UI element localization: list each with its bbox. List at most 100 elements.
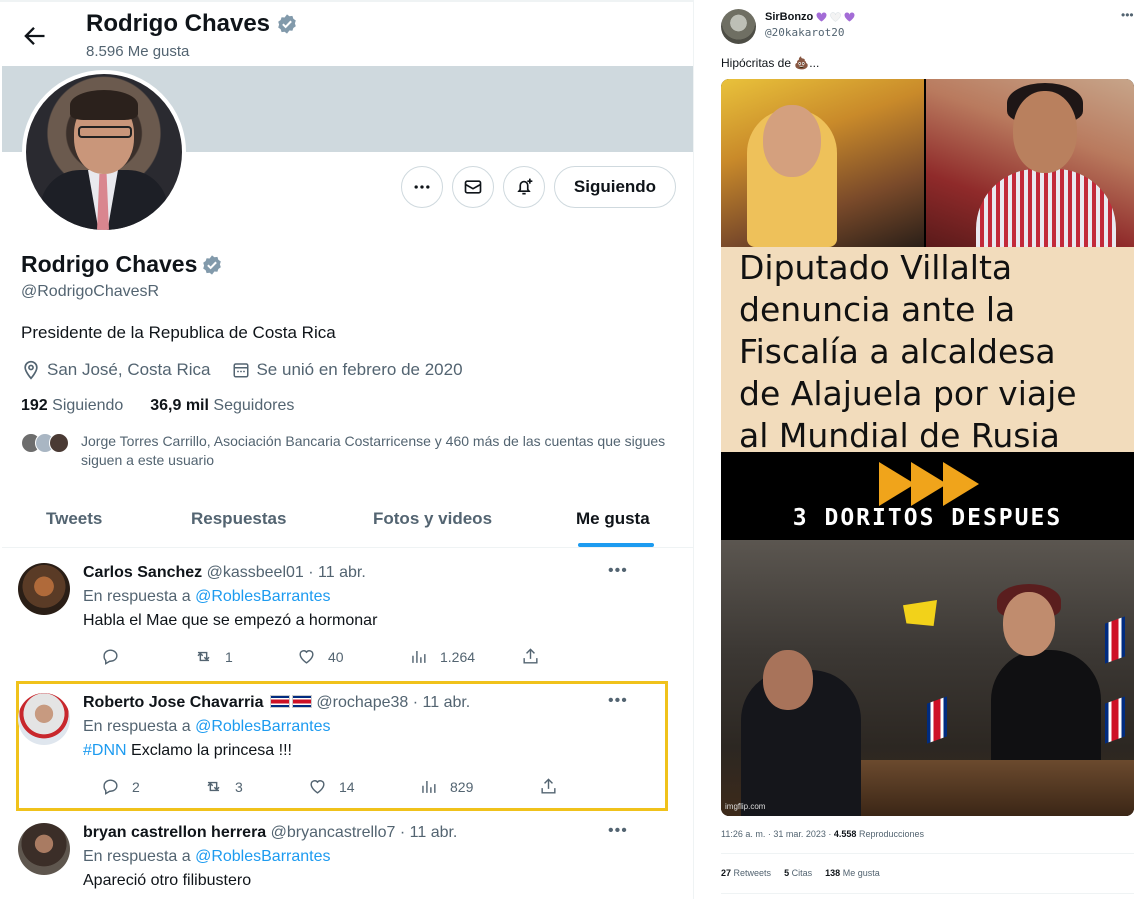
tweet-actions: 2 3 14 829	[83, 777, 556, 799]
tweet-author[interactable]: Roberto Jose Chavarria	[83, 694, 264, 711]
tweet-engagement-stats: 27 Retweets 5 Citas 138 Me gusta	[721, 868, 880, 878]
retweet-icon	[207, 781, 220, 792]
views-bar-icon	[422, 780, 436, 793]
tweet-more-icon[interactable]: •••	[1121, 8, 1134, 22]
meme-face	[1013, 91, 1077, 173]
like-button[interactable]: 40	[297, 647, 344, 666]
reply-icon	[103, 649, 118, 665]
avatar-hair	[70, 90, 138, 120]
more-options-button[interactable]	[401, 166, 443, 208]
white-heart-icon	[830, 12, 842, 22]
tweet-date[interactable]: · 11 abr.	[413, 694, 471, 711]
tweet-more-icon[interactable]: •••	[608, 692, 628, 710]
tweet-author-row: SirBonzo	[765, 11, 855, 23]
hashtag-link[interactable]: #DNN	[83, 742, 127, 759]
divider	[721, 853, 1134, 854]
views-bar-icon	[412, 650, 426, 663]
retweets-link[interactable]: 27 Retweets	[721, 868, 771, 878]
views-button[interactable]: 1.264	[409, 647, 475, 666]
reply-button[interactable]	[101, 647, 132, 666]
tab-likes[interactable]: Me gusta	[576, 509, 650, 529]
costa-rica-flag-icon	[1105, 696, 1125, 744]
likes-link[interactable]: 138 Me gusta	[825, 868, 880, 878]
following-link[interactable]: 192 Siguiendo	[21, 397, 123, 414]
followers-link[interactable]: 36,9 mil Seguidores	[150, 397, 294, 414]
meme-caption: 3 DORITOS DESPUES	[792, 505, 1063, 531]
share-button[interactable]	[521, 647, 540, 666]
verified-badge-icon	[278, 14, 296, 34]
costa-rica-flag-icon	[1105, 616, 1125, 664]
notifications-button[interactable]	[503, 166, 545, 208]
tweet-author[interactable]: SirBonzo	[765, 11, 813, 23]
profile-bio: Presidente de la Republica de Costa Rica	[21, 323, 336, 342]
tweet-author[interactable]: bryan castrellon herrera	[83, 824, 266, 841]
heart-icon	[310, 780, 325, 794]
profile-topbar: Rodrigo Chaves 8.596 Me gusta	[0, 0, 693, 66]
tweet-date[interactable]: · 11 abr.	[308, 564, 366, 581]
share-button[interactable]	[539, 777, 558, 796]
tweet-reply-to: En respuesta a @RoblesBarrantes	[83, 718, 331, 735]
tweet-avatar[interactable]	[18, 563, 70, 615]
tweet-avatar[interactable]	[721, 9, 756, 44]
purple-heart-icon	[844, 12, 855, 22]
tweet-text: Apareció otro filibustero	[83, 872, 252, 889]
calendar-icon	[233, 363, 249, 378]
bell-plus-icon	[517, 178, 533, 195]
retweet-button[interactable]: 1	[194, 647, 233, 666]
tweet-text: Hipócritas de 💩...	[721, 56, 820, 70]
tweet-more-icon[interactable]: •••	[608, 562, 628, 580]
tweet-handle[interactable]: @kassbeel01	[207, 564, 304, 581]
meme-desk	[861, 760, 1134, 816]
tab-media[interactable]: Fotos y videos	[373, 509, 492, 529]
tweet-more-icon[interactable]: •••	[608, 822, 628, 840]
topbar-name: Rodrigo Chaves	[86, 10, 298, 38]
topbar-likes-count: 8.596 Me gusta	[86, 43, 190, 60]
reply-button[interactable]: 2	[101, 777, 140, 796]
tweet-actions: 1 40 1.264	[83, 647, 543, 669]
divider	[721, 893, 1134, 894]
tweet-handle[interactable]: @bryancastrello7	[271, 824, 396, 841]
profile-meta: San José, Costa Rica Se unió en febrero …	[21, 360, 463, 380]
tab-tweets[interactable]: Tweets	[46, 509, 102, 529]
more-icon	[414, 185, 430, 189]
tweet-handle[interactable]: @rochape38	[316, 694, 408, 711]
views-button[interactable]: 829	[419, 777, 473, 796]
tweet-header: Roberto Jose Chavarria @rochape38 · 11 a…	[83, 694, 470, 712]
meme-face	[1003, 592, 1055, 656]
profile-panel: Rodrigo Chaves 8.596 Me gusta Siguiendo …	[0, 0, 694, 899]
tweet-reply-to: En respuesta a @RoblesBarrantes	[83, 588, 331, 605]
profile-avatar[interactable]	[22, 70, 186, 234]
retweet-icon	[197, 651, 210, 662]
tweet-text: Habla el Mae que se empezó a hormonar	[83, 612, 378, 629]
tweet-avatar[interactable]	[18, 693, 70, 745]
costa-rica-flag-icon	[269, 695, 290, 708]
mini-avatar	[49, 433, 69, 453]
tweet-author[interactable]: Carlos Sanchez	[83, 564, 202, 581]
tweet-handle[interactable]: @20kakarot20	[765, 26, 844, 39]
tab-replies[interactable]: Respuestas	[191, 509, 286, 529]
retweet-button[interactable]: 3	[204, 777, 243, 796]
following-button[interactable]: Siguiendo	[554, 166, 676, 208]
back-arrow-icon[interactable]	[20, 22, 48, 50]
purple-heart-icon	[816, 12, 827, 22]
quotes-link[interactable]: 5 Citas	[784, 868, 812, 878]
tweet-avatar[interactable]	[18, 823, 70, 875]
followers-you-know-text: Jorge Torres Carrillo, Asociación Bancar…	[81, 433, 666, 468]
meme-headline: Diputado Villalta denuncia ante la Fisca…	[721, 247, 1134, 455]
tweet-timestamp: 11:26 a. m. · 31 mar. 2023 · 4.558 Repro…	[721, 829, 924, 839]
like-button[interactable]: 14	[308, 777, 355, 796]
avatar-glasses	[78, 126, 132, 138]
profile-joined: Se unió en febrero de 2020	[256, 360, 463, 379]
message-button[interactable]	[452, 166, 494, 208]
tweet-reply-to: En respuesta a @RoblesBarrantes	[83, 848, 331, 865]
profile-tabs: Tweets Respuestas Fotos y videos Me gust…	[2, 492, 693, 548]
verified-badge-icon	[203, 254, 222, 275]
dorito-icon	[911, 462, 947, 506]
meme-image[interactable]: Diputado Villalta denuncia ante la Fisca…	[721, 79, 1134, 816]
tweet-text: #DNN Exclamo la princesa !!!	[83, 742, 292, 759]
dorito-icon	[879, 462, 915, 506]
costa-rica-flag-icon	[927, 696, 947, 744]
costa-rica-flag-icon	[291, 695, 312, 708]
followers-you-know[interactable]: Jorge Torres Carrillo, Asociación Bancar…	[21, 432, 681, 470]
tweet-date[interactable]: · 11 abr.	[400, 824, 458, 841]
